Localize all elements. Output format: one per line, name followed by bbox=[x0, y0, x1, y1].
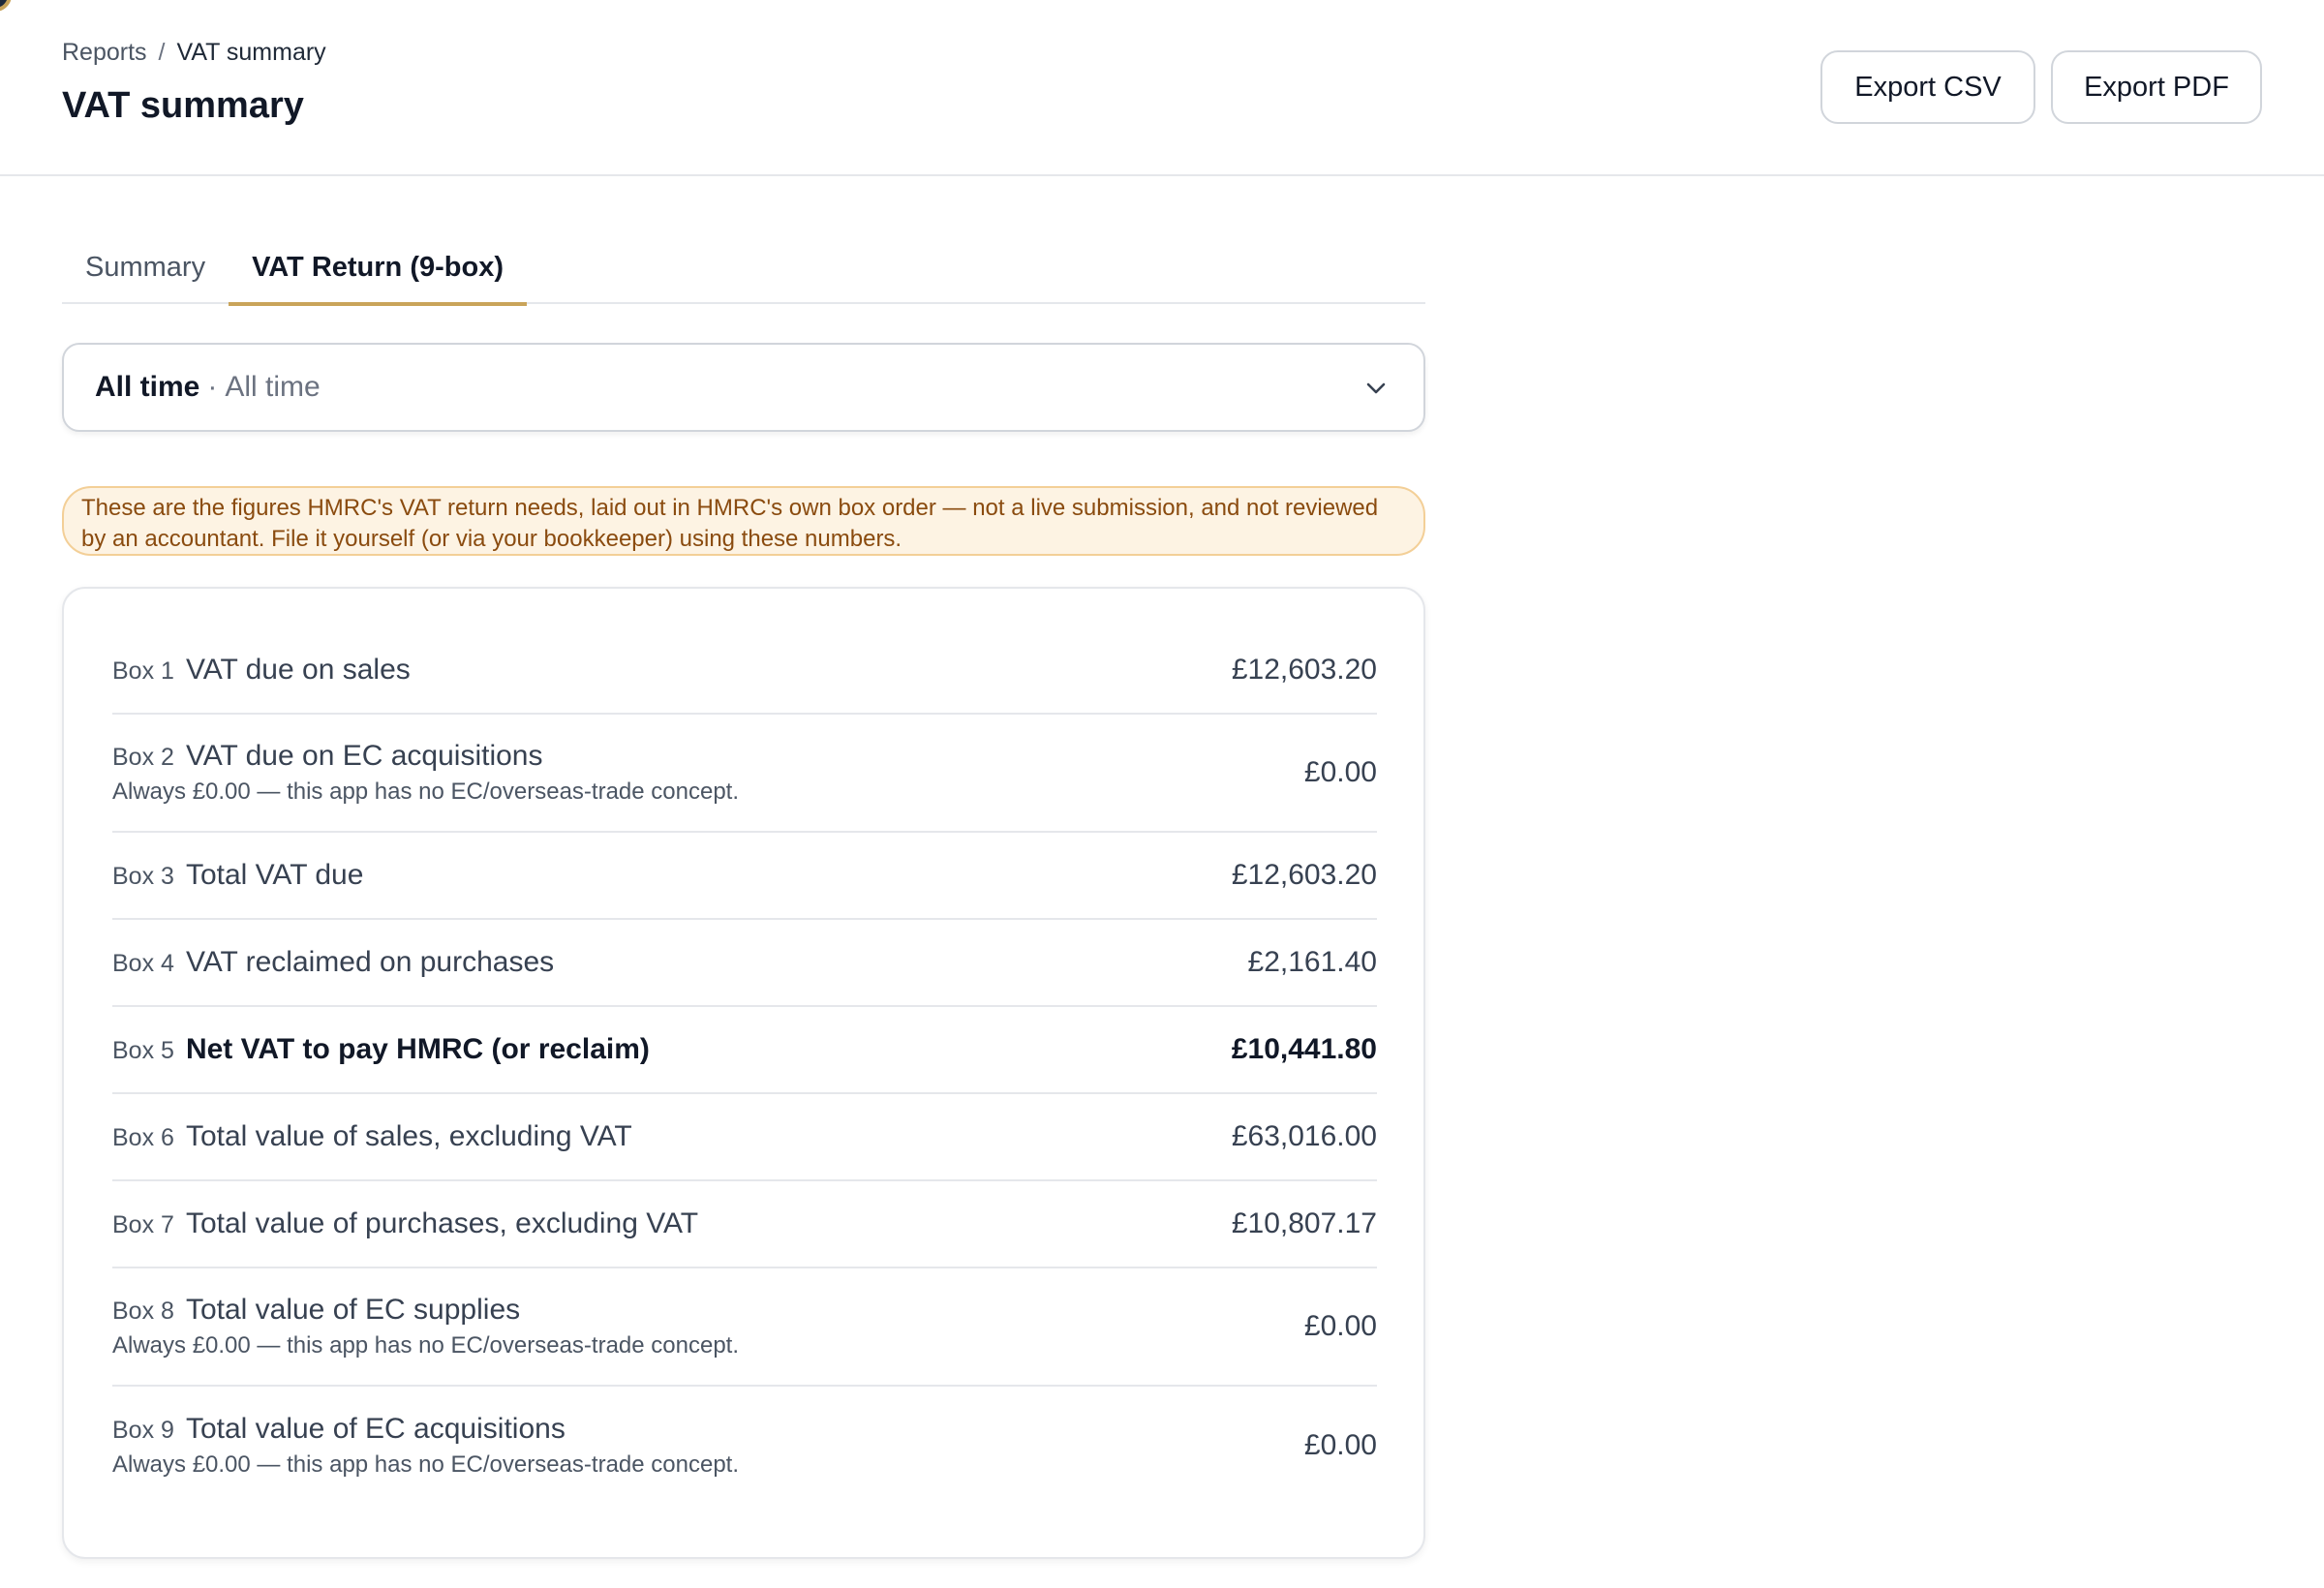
box-label: Total value of EC acquisitions bbox=[185, 1413, 566, 1445]
export-pdf-button[interactable]: Export PDF bbox=[2051, 50, 2262, 124]
box-code: Box 4 bbox=[112, 950, 174, 977]
report-tabs: Summary VAT Return (9-box) bbox=[62, 230, 1425, 306]
box-note: Always £0.00 — this app has no EC/overse… bbox=[112, 1451, 740, 1478]
period-separator: · bbox=[207, 371, 218, 403]
box-code: Box 6 bbox=[112, 1124, 174, 1151]
box-note: Always £0.00 — this app has no EC/overse… bbox=[112, 779, 740, 805]
page-title: VAT summary bbox=[62, 85, 304, 126]
box-code: Box 7 bbox=[112, 1211, 174, 1238]
box-note: Always £0.00 — this app has no EC/overse… bbox=[112, 1332, 740, 1359]
tab-vat-return[interactable]: VAT Return (9-box) bbox=[229, 230, 527, 306]
box-label: Total value of purchases, excluding VAT bbox=[185, 1207, 699, 1239]
box-row-8: Box 8 Total value of EC supplies Always … bbox=[112, 1268, 1377, 1387]
box-amount: £0.00 bbox=[1303, 1310, 1377, 1342]
box-amount: £0.00 bbox=[1303, 1429, 1377, 1461]
breadcrumb-current: VAT summary bbox=[176, 39, 326, 66]
box-label: Net VAT to pay HMRC (or reclaim) bbox=[185, 1033, 650, 1065]
period-primary: All time bbox=[95, 371, 200, 403]
box-code: Box 9 bbox=[112, 1417, 174, 1444]
box-amount: £10,807.17 bbox=[1231, 1207, 1377, 1239]
box-row-6: Box 6 Total value of sales, excluding VA… bbox=[112, 1094, 1377, 1181]
box-label: Total value of EC supplies bbox=[185, 1294, 521, 1326]
box-amount: £63,016.00 bbox=[1231, 1120, 1377, 1152]
period-secondary: All time bbox=[225, 371, 321, 403]
vat-return-card: Box 1 VAT due on sales £12,603.20 Box 2 … bbox=[62, 587, 1425, 1559]
box-amount: £12,603.20 bbox=[1231, 654, 1377, 686]
breadcrumb: Reports / VAT summary bbox=[62, 39, 326, 67]
box-amount: £10,441.80 bbox=[1231, 1033, 1377, 1065]
box-amount: £0.00 bbox=[1303, 756, 1377, 788]
box-label: VAT due on EC acquisitions bbox=[185, 740, 543, 772]
box-code: Box 3 bbox=[112, 863, 174, 890]
box-code: Box 5 bbox=[112, 1037, 174, 1064]
box-row-2: Box 2 VAT due on EC acquisitions Always … bbox=[112, 715, 1377, 833]
box-row-1: Box 1 VAT due on sales £12,603.20 bbox=[112, 627, 1377, 715]
breadcrumb-separator: / bbox=[158, 39, 166, 66]
disclaimer-notice: These are the figures HMRC's VAT return … bbox=[62, 486, 1425, 556]
chevron-down-icon bbox=[1363, 376, 1389, 406]
tab-summary[interactable]: Summary bbox=[62, 230, 229, 304]
box-label: VAT reclaimed on purchases bbox=[185, 946, 555, 978]
box-row-4: Box 4 VAT reclaimed on purchases £2,161.… bbox=[112, 920, 1377, 1007]
box-label: Total VAT due bbox=[185, 859, 364, 891]
box-amount: £12,603.20 bbox=[1231, 859, 1377, 891]
box-row-5: Box 5 Net VAT to pay HMRC (or reclaim) £… bbox=[112, 1007, 1377, 1094]
box-code: Box 8 bbox=[112, 1298, 174, 1325]
box-code: Box 1 bbox=[112, 657, 174, 685]
box-label: VAT due on sales bbox=[185, 654, 411, 686]
box-row-9: Box 9 Total value of EC acquisitions Alw… bbox=[112, 1387, 1377, 1505]
box-row-7: Box 7 Total value of purchases, excludin… bbox=[112, 1181, 1377, 1268]
breadcrumb-reports-link[interactable]: Reports bbox=[62, 39, 147, 67]
box-code: Box 2 bbox=[112, 744, 174, 771]
page-header: Reports / VAT summary VAT summary Export… bbox=[0, 0, 2324, 176]
box-amount: £2,161.40 bbox=[1247, 946, 1377, 978]
period-select[interactable]: All time · All time bbox=[62, 343, 1425, 432]
box-label: Total value of sales, excluding VAT bbox=[185, 1120, 632, 1152]
box-row-3: Box 3 Total VAT due £12,603.20 bbox=[112, 833, 1377, 920]
export-csv-button[interactable]: Export CSV bbox=[1820, 50, 2035, 124]
